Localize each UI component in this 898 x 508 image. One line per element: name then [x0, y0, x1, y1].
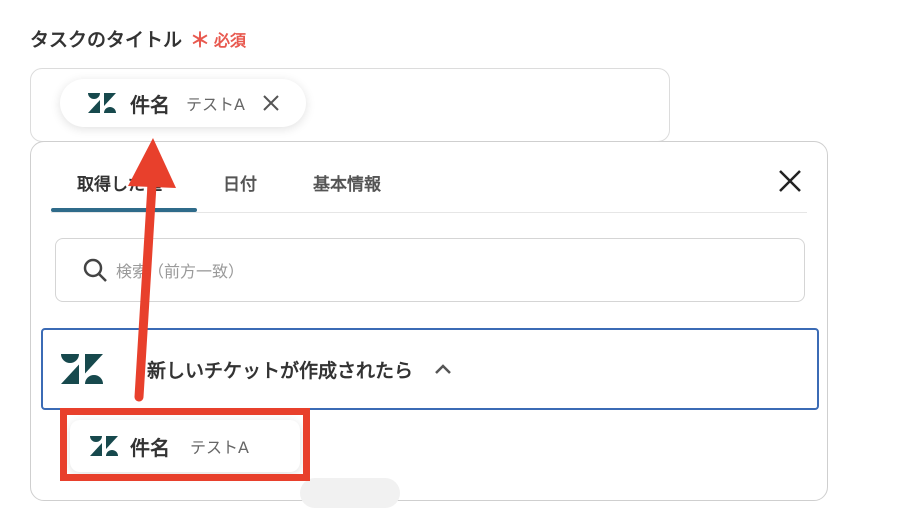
- annotation-arrow: [128, 138, 176, 402]
